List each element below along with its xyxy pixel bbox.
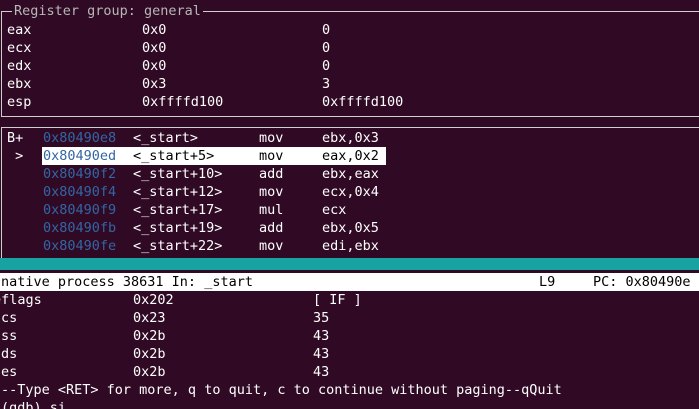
asm-symbol: <_start> — [133, 130, 199, 146]
breakpoint-marker: B+ — [7, 130, 24, 146]
register-natural: 35 — [313, 310, 330, 326]
register-name: eax — [7, 22, 32, 38]
asm-address: 0x80490f4 — [43, 184, 117, 200]
paging-prompt-text: --Type <RET> for more, q to quit, c to c… — [1, 382, 562, 398]
asm-opcode: mov — [259, 130, 284, 146]
asm-line[interactable]: 0x80490f2 <_start+10> add ebx,eax — [0, 165, 699, 183]
register-natural: 0xffffd100 — [322, 94, 404, 110]
gdb-prompt-line[interactable]: (gdb) si — [0, 399, 699, 409]
status-process: native process 38631 In: _start — [1, 274, 253, 290]
register-name: esp — [7, 94, 32, 110]
asm-line[interactable]: 0x80490fb <_start+19> add ebx,0x5 — [0, 219, 699, 237]
asm-address: 0x80490f2 — [43, 166, 117, 182]
register-natural: 43 — [313, 364, 330, 380]
register-name: ss — [1, 328, 18, 344]
asm-opcode: mov — [259, 238, 284, 254]
asm-opcode: mov — [259, 148, 284, 164]
asm-operands: ecx — [322, 202, 347, 218]
cmd-register-row: ss 0x2b 43 — [0, 327, 699, 345]
register-name: ebx — [7, 76, 32, 92]
register-natural: 0 — [322, 58, 331, 74]
asm-symbol: <_start+5> — [133, 148, 215, 164]
asm-address: 0x80490e8 — [43, 130, 117, 146]
register-hex: 0x3 — [142, 76, 167, 92]
asm-symbol: <_start+10> — [133, 166, 223, 182]
asm-symbol: <_start+19> — [133, 220, 223, 236]
asm-opcode: mov — [259, 184, 284, 200]
paging-prompt: --Type <RET> for more, q to quit, c to c… — [0, 381, 699, 399]
register-natural: [ IF ] — [313, 292, 362, 308]
asm-symbol: <_start+22> — [133, 238, 223, 254]
asm-symbol: <_start+17> — [133, 202, 223, 218]
cmd-register-row: es 0x2b 43 — [0, 363, 699, 381]
asm-operands: eax,0x2 — [322, 148, 379, 164]
asm-symbol: <_start+12> — [133, 184, 223, 200]
register-natural: 43 — [313, 346, 330, 362]
register-pane-title: Register group: general — [12, 2, 203, 20]
pane-border-bar — [0, 258, 699, 270]
asm-address: 0x80490fb — [43, 220, 117, 236]
register-hex: 0x2b — [133, 346, 166, 362]
asm-address: 0x80490f9 — [43, 202, 117, 218]
register-name: edx — [7, 58, 32, 74]
cmd-register-row: cs 0x23 35 — [0, 309, 699, 327]
asm-operands: ecx,0x4 — [322, 184, 379, 200]
register-hex: 0x0 — [142, 58, 167, 74]
asm-line[interactable]: 0x80490fe <_start+22> mov edi,ebx — [0, 237, 699, 255]
register-natural: 3 — [322, 76, 331, 92]
asm-line-current[interactable]: > 0x80490ed <_start+5> mov eax,0x2 — [0, 147, 699, 165]
gdb-prompt-text[interactable]: (gdb) si — [1, 399, 66, 409]
asm-operands: ebx,eax — [322, 166, 379, 182]
current-line-marker: > — [7, 148, 24, 164]
status-pc: PC: 0x80490e — [593, 274, 691, 290]
asm-address: 0x80490fe — [43, 238, 117, 254]
register-hex: 0x0 — [142, 40, 167, 56]
cmd-register-row: ds 0x2b 43 — [0, 345, 699, 363]
register-hex: 0x202 — [133, 292, 174, 308]
asm-opcode: add — [259, 166, 284, 182]
asm-opcode: mul — [259, 202, 284, 218]
register-natural: 0 — [322, 22, 331, 38]
register-name: cs — [1, 310, 18, 326]
register-hex: 0x0 — [142, 22, 167, 38]
register-name: eflags — [0, 292, 42, 308]
register-hex: 0xffffd100 — [142, 94, 224, 110]
asm-line[interactable]: 0x80490f4 <_start+12> mov ecx,0x4 — [0, 183, 699, 201]
asm-line[interactable]: B+ 0x80490e8 <_start> mov ebx,0x3 — [0, 129, 699, 147]
asm-line[interactable]: 0x80490f9 <_start+17> mul ecx — [0, 201, 699, 219]
register-name: ds — [1, 346, 18, 362]
status-line: native process 38631 In: _start L9 PC: 0… — [0, 273, 699, 291]
asm-address: 0x80490ed — [43, 148, 117, 164]
register-natural: 0 — [322, 40, 331, 56]
register-hex: 0x23 — [133, 310, 166, 326]
register-natural: 43 — [313, 328, 330, 344]
asm-opcode: add — [259, 220, 284, 236]
register-name: es — [1, 364, 18, 380]
asm-operands: ebx,0x3 — [322, 130, 379, 146]
register-hex: 0x2b — [133, 364, 166, 380]
asm-operands: ebx,0x5 — [322, 220, 379, 236]
asm-operands: edi,ebx — [322, 238, 379, 254]
register-name: ecx — [7, 40, 32, 56]
cmd-register-row: eflags 0x202 [ IF ] — [0, 291, 699, 309]
status-line-number: L9 — [539, 274, 556, 290]
register-hex: 0x2b — [133, 328, 166, 344]
